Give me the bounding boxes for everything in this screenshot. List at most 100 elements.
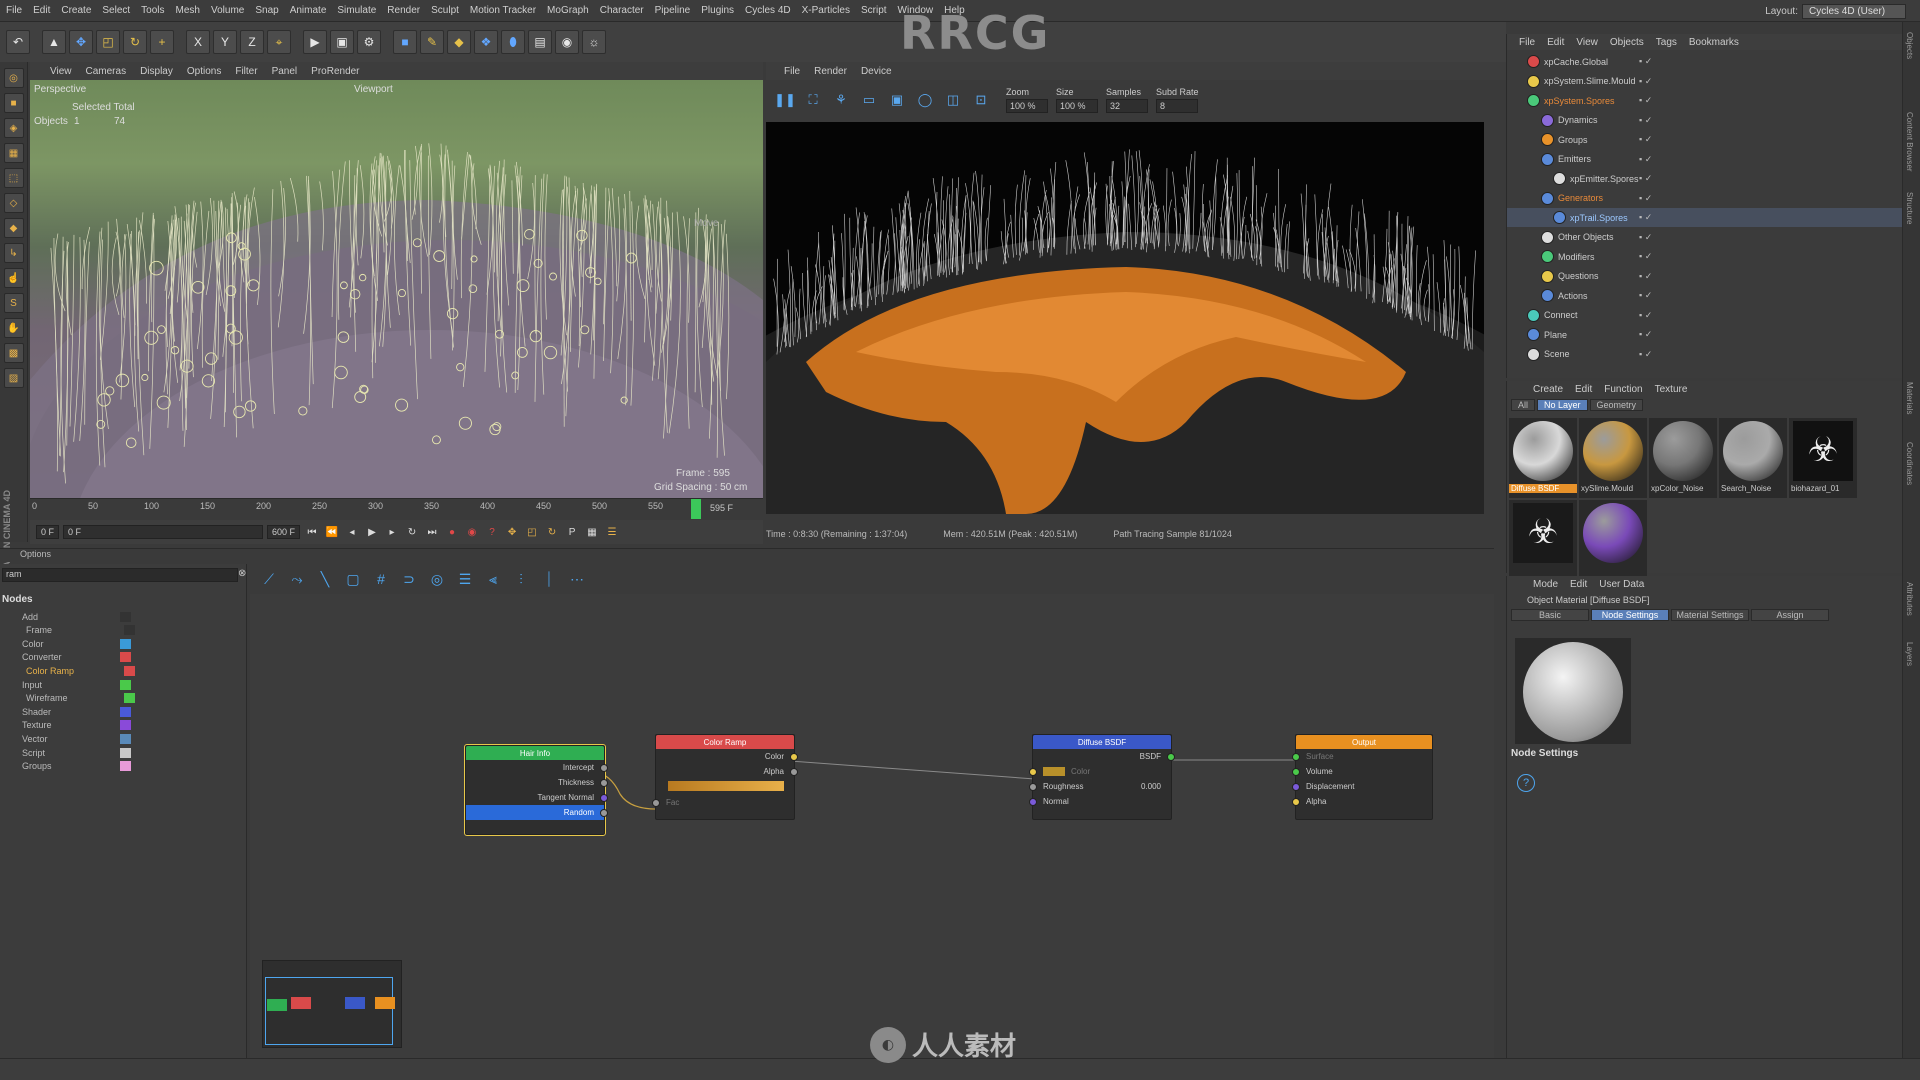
- floor-icon[interactable]: ▤: [528, 30, 552, 54]
- node-category-frame[interactable]: Frame: [26, 624, 266, 637]
- node-minimap[interactable]: [262, 960, 402, 1048]
- visibility-flags-icon[interactable]: ▪ ✓: [1639, 134, 1652, 145]
- material-tab-no-layer[interactable]: No Layer: [1537, 398, 1588, 411]
- material-swatch[interactable]: Diffuse BSDF: [1509, 418, 1577, 498]
- pen-icon[interactable]: ✎: [420, 30, 444, 54]
- curve-straight-icon[interactable]: ╲: [316, 571, 334, 588]
- attributes-side-tab[interactable]: Attributes: [1905, 582, 1914, 616]
- node-category-vector[interactable]: Vector: [22, 732, 262, 745]
- render-field-value[interactable]: 100 %: [1056, 99, 1098, 113]
- output-node[interactable]: Output Surface Volume Displacement Alpha: [1292, 734, 1433, 820]
- z-axis-icon[interactable]: Z: [240, 30, 264, 54]
- align-vertical-icon[interactable]: ⏐: [540, 571, 558, 588]
- compare-icon[interactable]: ◫: [942, 89, 964, 111]
- material-swatch[interactable]: xySlime.Mould: [1579, 418, 1647, 498]
- y-axis-icon[interactable]: Y: [213, 30, 237, 54]
- hair-info-output-random[interactable]: Random: [466, 805, 608, 820]
- menu-select[interactable]: Select: [102, 5, 130, 16]
- material-swatch[interactable]: [1579, 500, 1647, 580]
- visibility-flags-icon[interactable]: ▪ ✓: [1639, 76, 1652, 87]
- menu-render[interactable]: Render: [387, 5, 420, 16]
- visibility-flags-icon[interactable]: ▪ ✓: [1639, 193, 1652, 204]
- visibility-flags-icon[interactable]: ▪ ✓: [1639, 115, 1652, 126]
- hair-info-output-thickness[interactable]: Thickness: [466, 775, 608, 790]
- render-settings-icon[interactable]: ⚙: [357, 30, 381, 54]
- reroute-icon[interactable]: ⊃: [400, 571, 418, 588]
- attribute-tab-assign[interactable]: Assign: [1751, 609, 1829, 621]
- viewport-menu-filter[interactable]: Filter: [235, 66, 257, 77]
- render-menu-device[interactable]: Device: [861, 66, 892, 77]
- menu-sculpt[interactable]: Sculpt: [431, 5, 459, 16]
- options-bar[interactable]: Options: [0, 548, 1494, 562]
- node-search-input[interactable]: ram: [2, 568, 238, 582]
- menu-x-particles[interactable]: X-Particles: [802, 5, 850, 16]
- render-field-value[interactable]: 100 %: [1006, 99, 1048, 113]
- grid-snap-icon[interactable]: #: [372, 571, 390, 587]
- start-frame-field[interactable]: 0 F: [36, 525, 60, 539]
- object-row-xpcache-global[interactable]: xpCache.Global ▪ ✓: [1507, 52, 1903, 71]
- object-mode-icon[interactable]: ■: [3, 93, 24, 113]
- material-menu-function[interactable]: Function: [1604, 384, 1642, 395]
- curve-linear-icon[interactable]: ⟋: [260, 571, 278, 588]
- snap-icon[interactable]: S: [3, 293, 24, 313]
- object-row-emitters[interactable]: Emitters ▪ ✓: [1507, 150, 1903, 169]
- coordinate-system-icon[interactable]: ⌖: [267, 30, 291, 54]
- cube-icon[interactable]: ■: [393, 30, 417, 54]
- attribute-menu-user-data[interactable]: User Data: [1599, 579, 1644, 590]
- output-input-alpha[interactable]: Alpha: [1292, 794, 1432, 809]
- material-tab-all[interactable]: All: [1511, 398, 1536, 411]
- nodes-icon[interactable]: ⚘: [830, 89, 852, 111]
- object-menu-file[interactable]: File: [1519, 37, 1535, 48]
- node-category-groups[interactable]: Groups: [22, 760, 262, 773]
- visibility-flags-icon[interactable]: ▪ ✓: [1639, 56, 1652, 67]
- sculpt-icon[interactable]: ✋: [3, 318, 24, 338]
- diffuse-bsdf-node[interactable]: Diffuse BSDF BSDF Color Roughness 0.000 N…: [1029, 734, 1175, 820]
- menu-snap[interactable]: Snap: [255, 5, 278, 16]
- attribute-menu-mode[interactable]: Mode: [1533, 579, 1558, 590]
- go-to-end-icon[interactable]: ⏭: [424, 524, 440, 540]
- rotate-icon[interactable]: ↻: [123, 30, 147, 54]
- menu-simulate[interactable]: Simulate: [337, 5, 376, 16]
- go-to-start-icon[interactable]: ⏮: [304, 524, 320, 540]
- object-row-actions[interactable]: Actions ▪ ✓: [1507, 286, 1903, 305]
- end-frame-field[interactable]: 600 F: [267, 525, 301, 539]
- save-icon[interactable]: ▣: [886, 89, 908, 111]
- play-icon[interactable]: ▶: [364, 524, 380, 540]
- menu-tools[interactable]: Tools: [141, 5, 164, 16]
- layers-side-tab[interactable]: Layers: [1905, 642, 1914, 666]
- grid-icon[interactable]: ▩: [3, 343, 24, 363]
- materials-side-tab[interactable]: Materials: [1905, 382, 1914, 414]
- axis-icon[interactable]: ↳: [3, 243, 24, 263]
- object-menu-bookmarks[interactable]: Bookmarks: [1689, 37, 1739, 48]
- timeline-ruler[interactable]: 595 F 0 50 100 150 200 250 300 350 400 450 500 550: [30, 498, 763, 520]
- menu-character[interactable]: Character: [600, 5, 644, 16]
- object-menu-objects[interactable]: Objects: [1610, 37, 1644, 48]
- visibility-flags-icon[interactable]: ▪ ✓: [1639, 212, 1652, 223]
- lock-icon[interactable]: ▨: [3, 368, 24, 388]
- rotation-key-icon[interactable]: ↻: [544, 524, 560, 540]
- points-mode-icon[interactable]: ⬚: [3, 168, 24, 188]
- light-icon[interactable]: ☼: [582, 30, 606, 54]
- keyframe-selection-icon[interactable]: ?: [484, 524, 500, 540]
- curve-smooth-icon[interactable]: ⤳: [288, 571, 306, 588]
- align-left-icon[interactable]: ☰: [456, 571, 474, 588]
- visibility-flags-icon[interactable]: ▪ ✓: [1639, 310, 1652, 321]
- visibility-flags-icon[interactable]: ▪ ✓: [1639, 271, 1652, 282]
- add-object-icon[interactable]: +: [150, 30, 174, 54]
- node-category-script[interactable]: Script: [22, 746, 262, 759]
- node-category-texture[interactable]: Texture: [22, 719, 262, 732]
- node-category-add[interactable]: Add: [22, 610, 262, 623]
- viewport-menu-panel[interactable]: Panel: [272, 66, 298, 77]
- object-row-xpsystem-spores[interactable]: xpSystem.Spores ▪ ✓: [1507, 91, 1903, 110]
- menu-file[interactable]: File: [6, 5, 22, 16]
- attribute-menu-edit[interactable]: Edit: [1570, 579, 1587, 590]
- previous-key-icon[interactable]: ⏪: [324, 524, 340, 540]
- menu-edit[interactable]: Edit: [33, 5, 50, 16]
- node-category-color[interactable]: Color: [22, 637, 262, 650]
- output-input-volume[interactable]: Volume: [1292, 764, 1432, 779]
- workplane-icon[interactable]: ▦: [3, 143, 24, 163]
- frame-node-icon[interactable]: ▢: [344, 571, 362, 588]
- attribute-tab-basic[interactable]: Basic: [1511, 609, 1589, 621]
- 3d-viewport[interactable]: Perspective Viewport Selected Total Obje…: [30, 80, 763, 498]
- region-icon[interactable]: ⊡: [970, 89, 992, 111]
